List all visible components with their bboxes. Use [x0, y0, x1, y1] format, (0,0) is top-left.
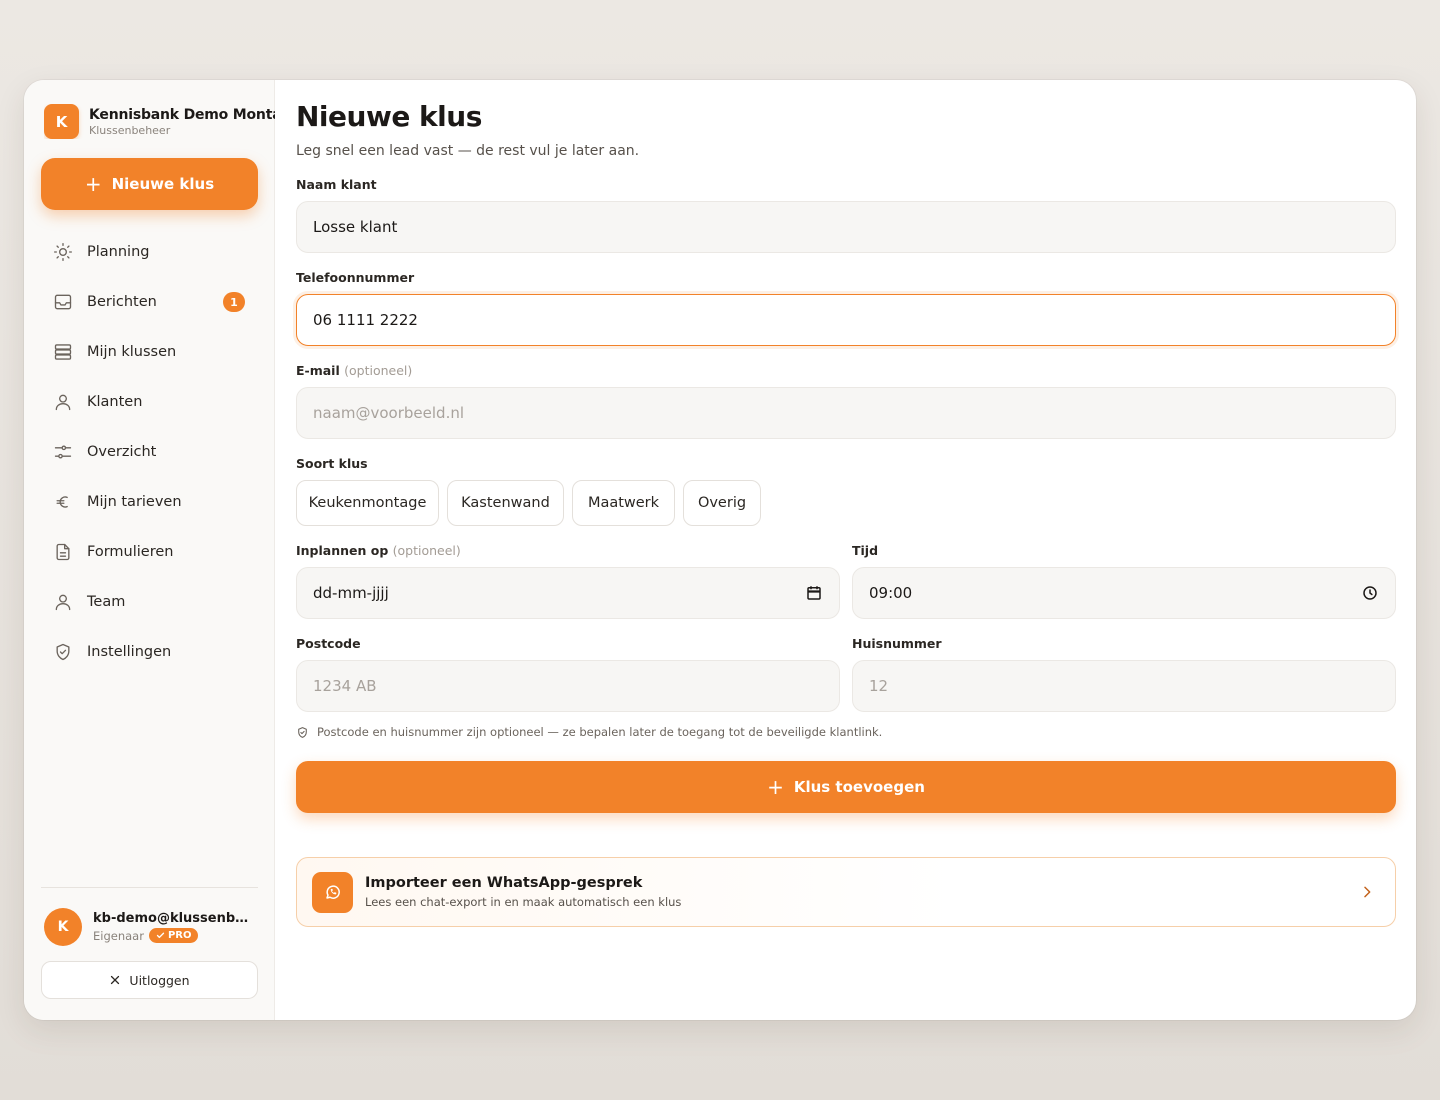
add-job-label: Klus toevoegen — [793, 778, 925, 796]
sidebar-item-planning[interactable]: Planning — [41, 230, 258, 274]
inbox-icon — [54, 294, 72, 310]
job-type-keukenmontage[interactable]: Keukenmontage — [296, 480, 439, 526]
phone-value: 06 1111 2222 — [313, 311, 418, 329]
sidebar-item-label: Formulieren — [87, 544, 174, 560]
name-value: Losse klant — [313, 218, 398, 236]
shield-icon — [56, 643, 70, 661]
sidebar-item-label: Mijn klussen — [87, 344, 177, 360]
postcode-input[interactable]: 1234 AB — [296, 660, 840, 712]
email-placeholder: naam@voorbeeld.nl — [313, 404, 465, 422]
plus-icon: + — [84, 172, 102, 196]
brand: K Kennisbank Demo Montage Klussenbeheer — [44, 104, 275, 139]
logout-button[interactable]: Uitloggen — [41, 961, 258, 999]
sidebar-item-berichten[interactable]: Berichten 1 — [41, 280, 258, 324]
logout-label: Uitloggen — [129, 972, 190, 988]
shield-check-icon — [298, 726, 307, 738]
sidebar-item-label: Team — [87, 594, 126, 610]
brand-logo: K — [44, 104, 79, 139]
time-input[interactable]: 09:00 — [852, 567, 1396, 619]
unread-badge: 1 — [223, 292, 245, 312]
euro-icon — [56, 496, 68, 508]
whatsapp-import-title: Importeer een WhatsApp-gesprek — [365, 875, 643, 891]
user-card: K kb-demo@klussenbeheer.nl Eigenaar PRO — [44, 908, 256, 946]
phone-input[interactable]: 06 1111 2222 — [296, 294, 1396, 346]
date-value: dd-mm-jjjj — [313, 584, 389, 602]
page-title: Nieuwe klus — [296, 100, 482, 133]
plus-icon: + — [767, 775, 784, 799]
document-icon — [56, 543, 70, 561]
calendar-icon[interactable] — [805, 584, 823, 602]
name-label: Naam klant — [296, 177, 377, 192]
email-input[interactable]: naam@voorbeeld.nl — [296, 387, 1396, 439]
whatsapp-import-card[interactable]: Importeer een WhatsApp-gesprek Lees een … — [296, 857, 1396, 927]
sidebar-item-klanten[interactable]: Klanten — [41, 380, 258, 424]
job-type-maatwerk[interactable]: Maatwerk — [572, 480, 675, 526]
privacy-hint: Postcode en huisnummer zijn optioneel — … — [296, 725, 882, 739]
sidebar-item-label: Instellingen — [87, 644, 172, 660]
sidebar-item-label: Berichten — [87, 294, 157, 310]
postcode-label: Postcode — [296, 636, 361, 651]
housenumber-placeholder: 12 — [869, 677, 889, 695]
sidebar-item-team[interactable]: Team — [41, 580, 258, 624]
sliders-icon — [54, 445, 72, 459]
brand-subtitle: Klussenbeheer — [89, 123, 171, 137]
sidebar: K Kennisbank Demo Montage Klussenbeheer … — [24, 80, 275, 1020]
sidebar-item-overzicht[interactable]: Overzicht — [41, 430, 258, 474]
page-subtitle: Leg snel een lead vast — de rest vul je … — [296, 143, 640, 159]
user-icon — [55, 394, 71, 411]
job-type-kastenwand[interactable]: Kastenwand — [447, 480, 564, 526]
sidebar-nav: Planning Berichten 1 Mijn klussen Klante… — [41, 230, 258, 680]
chevron-right-icon — [1364, 886, 1371, 898]
job-type-label: Soort klus — [296, 456, 368, 471]
close-icon — [111, 975, 120, 985]
avatar: K — [44, 908, 82, 946]
sun-icon — [54, 243, 73, 261]
stack-icon — [54, 344, 72, 360]
privacy-hint-text: Postcode en huisnummer zijn optioneel — … — [317, 725, 883, 739]
app-window: K Kennisbank Demo Montage Klussenbeheer … — [24, 80, 1416, 1020]
sidebar-item-label: Overzicht — [87, 444, 157, 460]
job-type-overig[interactable]: Overig — [683, 480, 761, 526]
brand-name: Kennisbank Demo Montage — [89, 106, 275, 123]
sidebar-item-label: Planning — [87, 244, 150, 260]
schedule-label: Inplannen op (optioneel) — [296, 543, 461, 558]
check-icon — [156, 932, 165, 939]
email-label-text: E-mail — [296, 363, 340, 378]
date-input[interactable]: dd-mm-jjjj — [296, 567, 840, 619]
postcode-placeholder: 1234 AB — [313, 677, 377, 695]
add-job-button[interactable]: + Klus toevoegen — [296, 761, 1396, 813]
name-input[interactable]: Losse klant — [296, 201, 1396, 253]
sidebar-item-label: Klanten — [87, 394, 143, 410]
optional-hint: (optioneel) — [344, 363, 413, 378]
time-label: Tijd — [852, 543, 879, 558]
whatsapp-import-subtitle: Lees een chat-export in en maak automati… — [365, 895, 682, 909]
email-label: E-mail (optioneel) — [296, 363, 412, 378]
sidebar-item-mijn-tarieven[interactable]: Mijn tarieven — [41, 480, 258, 524]
clock-icon[interactable] — [1361, 584, 1379, 602]
new-job-button[interactable]: + Nieuwe klus — [41, 158, 258, 210]
phone-label: Telefoonnummer — [296, 270, 415, 285]
time-value: 09:00 — [869, 584, 913, 602]
sidebar-divider — [41, 887, 258, 888]
main-content: Nieuwe klus Leg snel een lead vast — de … — [275, 80, 1416, 1020]
optional-hint: (optioneel) — [392, 543, 461, 558]
pro-badge-label: PRO — [167, 930, 192, 941]
housenumber-input[interactable]: 12 — [852, 660, 1396, 712]
sidebar-item-label: Mijn tarieven — [87, 494, 182, 510]
pro-badge: PRO — [148, 928, 199, 943]
sidebar-item-formulieren[interactable]: Formulieren — [41, 530, 258, 574]
new-job-label: Nieuwe klus — [111, 175, 215, 193]
sidebar-item-instellingen[interactable]: Instellingen — [41, 630, 258, 674]
user-icon — [55, 594, 71, 611]
sidebar-item-mijn-klussen[interactable]: Mijn klussen — [41, 330, 258, 374]
user-email: kb-demo@klussenbeheer.nl — [93, 911, 253, 926]
whatsapp-icon — [312, 871, 353, 913]
housenumber-label: Huisnummer — [852, 636, 942, 651]
schedule-label-text: Inplannen op — [296, 543, 389, 558]
user-role: Eigenaar — [93, 928, 144, 943]
